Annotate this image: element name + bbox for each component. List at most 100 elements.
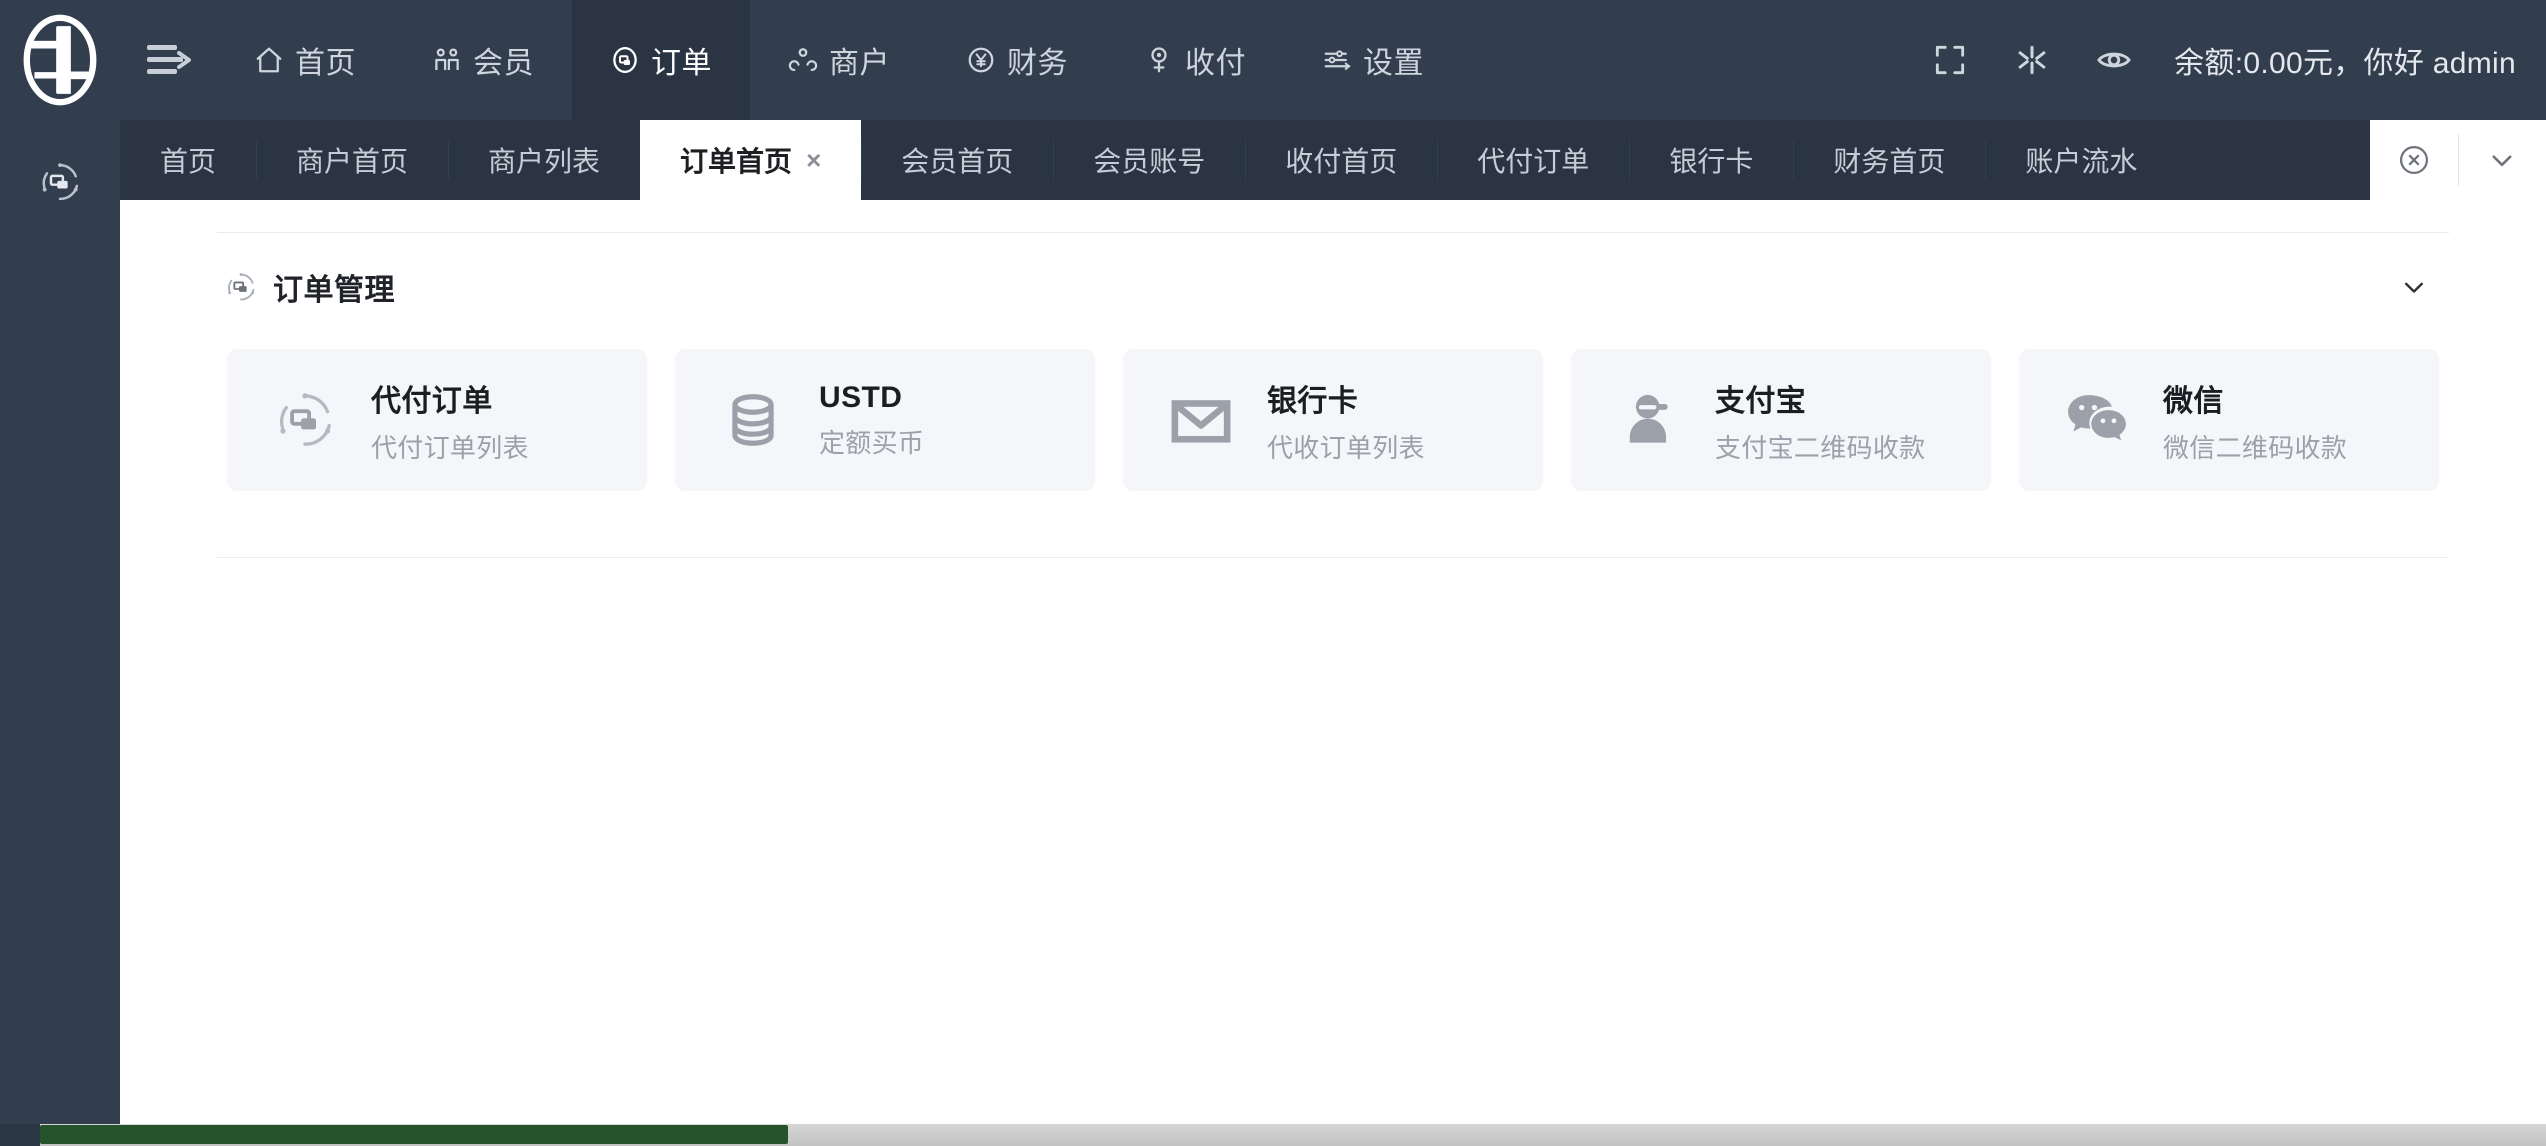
tab-order-home[interactable]: 订单首页 × xyxy=(640,120,862,200)
card-subtitle: 代收订单列表 xyxy=(1267,432,1425,463)
theme-button[interactable] xyxy=(2010,38,2054,82)
header-tools: 余额:0.00元，你好 admin xyxy=(1928,0,2546,120)
chevron-down-icon xyxy=(2492,155,2512,167)
payment-icon xyxy=(1144,45,1174,75)
section-header-orders: 订单管理 xyxy=(217,233,2449,341)
card-subtitle: 支付宝二维码收款 xyxy=(1715,432,1926,463)
tab-label: 会员账号 xyxy=(1093,146,1206,177)
tab-label: 代付订单 xyxy=(1477,146,1590,177)
nav-label: 首页 xyxy=(295,47,356,80)
card-subtitle: 定额买币 xyxy=(819,427,925,458)
nav-item-finance[interactable]: 财务 xyxy=(928,0,1106,120)
tab-label: 商户列表 xyxy=(488,146,601,177)
tab-bank-card[interactable]: 银行卡 xyxy=(1629,120,1793,200)
scrollbar-thumb[interactable] xyxy=(40,1125,788,1144)
card-subtitle: 代付订单列表 xyxy=(371,432,529,463)
preview-button[interactable] xyxy=(2092,38,2136,82)
tab-bar: 首页 商户首页 商户列表 订单首页 × 会员首页 会员账号 收付首页 代付订单 … xyxy=(120,120,2546,200)
top-header-bar: 首页 会员 订单 商户 财务 收付 设置 余额:0.00元，你好 admin xyxy=(0,0,2546,120)
nav-item-home[interactable]: 首页 xyxy=(216,0,394,120)
menu-toggle-button[interactable] xyxy=(120,0,216,120)
card-text: 代付订单 代付订单列表 xyxy=(371,376,529,465)
card-text: 支付宝 支付宝二维码收款 xyxy=(1715,376,1925,465)
nav-label: 会员 xyxy=(473,47,534,80)
card-ustd[interactable]: USTD 定额买币 xyxy=(675,349,1095,491)
theme-icon xyxy=(2018,45,2046,75)
orders-module-icon xyxy=(271,386,339,454)
nav-item-settings[interactable]: 设置 xyxy=(1284,0,1462,120)
card-title: 支付宝 xyxy=(1715,384,1807,418)
card-title: 微信 xyxy=(2163,384,2224,418)
tab-member-home[interactable]: 会员首页 xyxy=(861,120,1053,200)
primary-nav: 首页 会员 订单 商户 财务 收付 设置 xyxy=(216,0,1462,120)
sidebar-item-orders[interactable] xyxy=(34,156,86,208)
orders-module-icon xyxy=(42,163,79,201)
tab-home[interactable]: 首页 xyxy=(120,120,256,200)
nav-item-orders[interactable]: 订单 xyxy=(572,0,750,120)
orders-icon xyxy=(610,45,640,75)
tab-label: 财务首页 xyxy=(1833,146,1946,177)
balance-status: 余额:0.00元，你好 admin xyxy=(2174,47,2516,80)
nav-item-payment[interactable]: 收付 xyxy=(1106,0,1284,120)
nav-item-members[interactable]: 会员 xyxy=(394,0,572,120)
main-content: 订单管理 代付订单 代付订单列表 USTD 定额买币 银行卡 代收订单列表 支付… xyxy=(120,200,2546,1124)
card-subtitle: 微信二维码收款 xyxy=(2163,432,2348,463)
card-payout-orders[interactable]: 代付订单 代付订单列表 xyxy=(227,349,647,491)
tab-label: 账户流水 xyxy=(2025,146,2138,177)
merchant-icon xyxy=(788,45,818,75)
hamburger-icon xyxy=(147,45,191,74)
card-text: 银行卡 代收订单列表 xyxy=(1267,376,1425,465)
section-title: 订单管理 xyxy=(273,274,395,307)
home-icon xyxy=(254,45,284,75)
tab-finance-home[interactable]: 财务首页 xyxy=(1793,120,1985,200)
user-icon xyxy=(1615,386,1683,454)
database-icon xyxy=(719,386,787,454)
section-collapse-button[interactable] xyxy=(2391,264,2437,310)
tab-label: 会员首页 xyxy=(901,146,1014,177)
finance-icon xyxy=(966,45,996,75)
card-alipay[interactable]: 支付宝 支付宝二维码收款 xyxy=(1571,349,1991,491)
tab-label: 订单首页 xyxy=(680,146,793,177)
card-wechat[interactable]: 微信 微信二维码收款 xyxy=(2019,349,2439,491)
company-logo-icon xyxy=(23,14,97,106)
orders-module-icon xyxy=(223,269,259,305)
chevron-down-icon xyxy=(2405,282,2423,293)
order-module-cards: 代付订单 代付订单列表 USTD 定额买币 银行卡 代收订单列表 支付宝 支付宝… xyxy=(217,341,2449,491)
tab-member-account[interactable]: 会员账号 xyxy=(1053,120,1245,200)
nav-item-merchant[interactable]: 商户 xyxy=(750,0,928,120)
mail-icon xyxy=(1167,386,1235,454)
logo[interactable] xyxy=(0,0,120,120)
tab-dropdown-button[interactable] xyxy=(2459,120,2546,200)
tab-merchant-list[interactable]: 商户列表 xyxy=(448,120,640,200)
nav-label: 商户 xyxy=(829,47,890,80)
tab-label: 首页 xyxy=(160,146,217,177)
nav-label: 设置 xyxy=(1363,47,1424,80)
panel-bottom-divider xyxy=(217,557,2449,558)
eye-icon xyxy=(2097,52,2131,68)
tab-merchant-home[interactable]: 商户首页 xyxy=(256,120,448,200)
horizontal-scrollbar[interactable] xyxy=(0,1124,2546,1146)
card-bank-card[interactable]: 银行卡 代收订单列表 xyxy=(1123,349,1543,491)
card-title: USTD xyxy=(819,380,903,414)
tab-close-icon[interactable]: × xyxy=(806,147,821,173)
wechat-icon xyxy=(2063,386,2131,454)
members-icon xyxy=(432,45,462,75)
tab-label: 收付首页 xyxy=(1285,146,1398,177)
fullscreen-icon xyxy=(1936,45,1965,75)
left-sidebar-rail xyxy=(0,120,120,1146)
orders-panel: 订单管理 代付订单 代付订单列表 USTD 定额买币 银行卡 代收订单列表 支付… xyxy=(217,200,2449,558)
card-title: 银行卡 xyxy=(1267,384,1359,418)
settings-icon xyxy=(1322,45,1352,75)
tab-account-flow[interactable]: 账户流水 xyxy=(1985,120,2177,200)
tab-payment-home[interactable]: 收付首页 xyxy=(1245,120,1437,200)
tab-payout-orders[interactable]: 代付订单 xyxy=(1437,120,1629,200)
scrollbar-left-button[interactable] xyxy=(0,1124,40,1146)
tab-tools xyxy=(2370,120,2546,200)
app-root: 首页 会员 订单 商户 财务 收付 设置 余额:0.00元，你好 admin 首… xyxy=(0,0,2546,1146)
card-text: 微信 微信二维码收款 xyxy=(2163,376,2347,465)
card-title: 代付订单 xyxy=(371,384,493,418)
nav-label: 财务 xyxy=(1007,47,1068,80)
fullscreen-button[interactable] xyxy=(1928,38,1972,82)
card-text: USTD 定额买币 xyxy=(819,381,924,460)
close-all-tabs-button[interactable] xyxy=(2370,120,2458,200)
